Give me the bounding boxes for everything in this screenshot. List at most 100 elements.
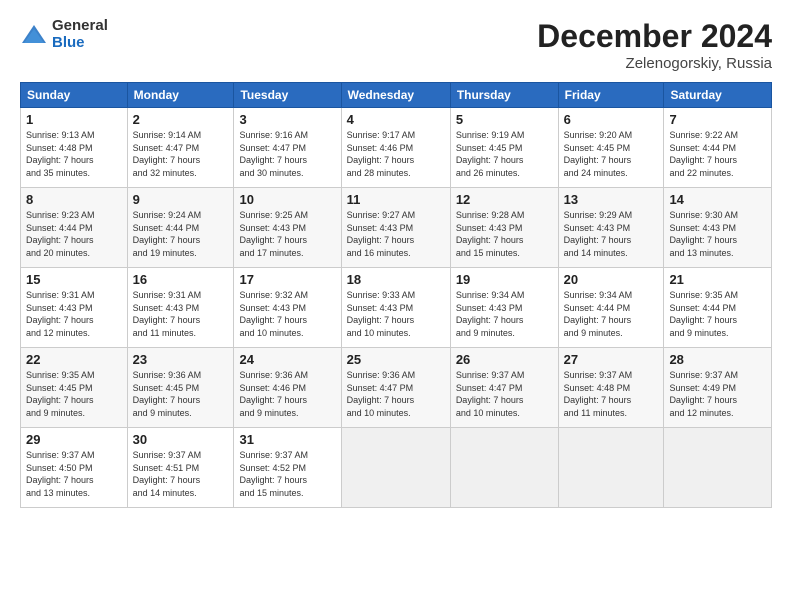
day-info: Sunrise: 9:33 AM Sunset: 4:43 PM Dayligh… [347, 289, 445, 339]
day-info: Sunrise: 9:27 AM Sunset: 4:43 PM Dayligh… [347, 209, 445, 259]
day-info: Sunrise: 9:37 AM Sunset: 4:48 PM Dayligh… [564, 369, 659, 419]
calendar-day-cell: 9 Sunrise: 9:24 AM Sunset: 4:44 PM Daylig… [127, 188, 234, 268]
day-info: Sunrise: 9:17 AM Sunset: 4:46 PM Dayligh… [347, 129, 445, 179]
calendar-week-row: 1 Sunrise: 9:13 AM Sunset: 4:48 PM Daylig… [21, 108, 772, 188]
day-info: Sunrise: 9:35 AM Sunset: 4:44 PM Dayligh… [669, 289, 766, 339]
calendar-day-cell: 3Sunrise: 9:16 AM Sunset: 4:47 PM Daylig… [234, 108, 341, 188]
weekday-header: Sunday [21, 83, 128, 108]
weekday-header: Wednesday [341, 83, 450, 108]
calendar-day-cell: 1 Sunrise: 9:13 AM Sunset: 4:48 PM Daylig… [21, 108, 128, 188]
day-number: 10 [239, 192, 335, 207]
calendar-day-cell [664, 428, 772, 508]
day-info: Sunrise: 9:30 AM Sunset: 4:43 PM Dayligh… [669, 209, 766, 259]
calendar-day-cell: 29 Sunrise: 9:37 AM Sunset: 4:50 PM Dayli… [21, 428, 128, 508]
calendar-day-cell [558, 428, 664, 508]
calendar-day-cell: 20Sunrise: 9:34 AM Sunset: 4:44 PM Dayli… [558, 268, 664, 348]
day-info: Sunrise: 9:24 AM Sunset: 4:44 PM Dayligh… [133, 209, 229, 259]
day-number: 4 [347, 112, 445, 127]
day-number: 19 [456, 272, 553, 287]
weekday-header: Tuesday [234, 83, 341, 108]
logo-icon [20, 21, 48, 49]
title-block: December 2024 Zelenogorskiy, Russia [537, 18, 772, 72]
day-info: Sunrise: 9:31 AM Sunset: 4:43 PM Dayligh… [26, 289, 122, 339]
day-info: Sunrise: 9:31 AM Sunset: 4:43 PM Dayligh… [133, 289, 229, 339]
day-number: 27 [564, 352, 659, 367]
day-number: 1 [26, 112, 122, 127]
calendar-day-cell: 10Sunrise: 9:25 AM Sunset: 4:43 PM Dayli… [234, 188, 341, 268]
day-info: Sunrise: 9:37 AM Sunset: 4:51 PM Dayligh… [133, 449, 229, 499]
day-number: 29 [26, 432, 122, 447]
calendar-day-cell: 5Sunrise: 9:19 AM Sunset: 4:45 PM Daylig… [450, 108, 558, 188]
day-info: Sunrise: 9:37 AM Sunset: 4:49 PM Dayligh… [669, 369, 766, 419]
day-number: 8 [26, 192, 122, 207]
calendar-day-cell: 19Sunrise: 9:34 AM Sunset: 4:43 PM Dayli… [450, 268, 558, 348]
calendar-day-cell: 17Sunrise: 9:32 AM Sunset: 4:43 PM Dayli… [234, 268, 341, 348]
day-number: 6 [564, 112, 659, 127]
day-info: Sunrise: 9:32 AM Sunset: 4:43 PM Dayligh… [239, 289, 335, 339]
calendar-day-cell: 14Sunrise: 9:30 AM Sunset: 4:43 PM Dayli… [664, 188, 772, 268]
calendar-week-row: 15 Sunrise: 9:31 AM Sunset: 4:43 PM Dayli… [21, 268, 772, 348]
weekday-header: Friday [558, 83, 664, 108]
day-info: Sunrise: 9:14 AM Sunset: 4:47 PM Dayligh… [133, 129, 229, 179]
day-number: 13 [564, 192, 659, 207]
day-number: 22 [26, 352, 122, 367]
calendar-day-cell: 23 Sunrise: 9:36 AM Sunset: 4:45 PM Dayli… [127, 348, 234, 428]
day-number: 30 [133, 432, 229, 447]
calendar-day-cell: 8 Sunrise: 9:23 AM Sunset: 4:44 PM Daylig… [21, 188, 128, 268]
day-number: 23 [133, 352, 229, 367]
calendar-day-cell: 2 Sunrise: 9:14 AM Sunset: 4:47 PM Daylig… [127, 108, 234, 188]
day-info: Sunrise: 9:36 AM Sunset: 4:46 PM Dayligh… [239, 369, 335, 419]
day-number: 11 [347, 192, 445, 207]
calendar-day-cell: 13 Sunrise: 9:29 AM Sunset: 4:43 PM Dayli… [558, 188, 664, 268]
calendar-day-cell: 11 Sunrise: 9:27 AM Sunset: 4:43 PM Dayli… [341, 188, 450, 268]
day-info: Sunrise: 9:37 AM Sunset: 4:47 PM Dayligh… [456, 369, 553, 419]
day-number: 25 [347, 352, 445, 367]
day-number: 7 [669, 112, 766, 127]
month-title: December 2024 [537, 18, 772, 55]
day-info: Sunrise: 9:29 AM Sunset: 4:43 PM Dayligh… [564, 209, 659, 259]
calendar-day-cell: 4 Sunrise: 9:17 AM Sunset: 4:46 PM Daylig… [341, 108, 450, 188]
calendar-day-cell: 7Sunrise: 9:22 AM Sunset: 4:44 PM Daylig… [664, 108, 772, 188]
weekday-header: Thursday [450, 83, 558, 108]
page: General Blue December 2024 Zelenogorskiy… [0, 0, 792, 612]
day-number: 9 [133, 192, 229, 207]
day-info: Sunrise: 9:19 AM Sunset: 4:45 PM Dayligh… [456, 129, 553, 179]
day-info: Sunrise: 9:13 AM Sunset: 4:48 PM Dayligh… [26, 129, 122, 179]
calendar-day-cell: 24 Sunrise: 9:36 AM Sunset: 4:46 PM Dayli… [234, 348, 341, 428]
day-info: Sunrise: 9:36 AM Sunset: 4:45 PM Dayligh… [133, 369, 229, 419]
calendar-day-cell [341, 428, 450, 508]
calendar-day-cell [450, 428, 558, 508]
calendar-day-cell: 18 Sunrise: 9:33 AM Sunset: 4:43 PM Dayli… [341, 268, 450, 348]
day-number: 16 [133, 272, 229, 287]
day-number: 24 [239, 352, 335, 367]
day-info: Sunrise: 9:37 AM Sunset: 4:50 PM Dayligh… [26, 449, 122, 499]
calendar-day-cell: 31Sunrise: 9:37 AM Sunset: 4:52 PM Dayli… [234, 428, 341, 508]
weekday-header: Saturday [664, 83, 772, 108]
day-number: 15 [26, 272, 122, 287]
calendar-day-cell: 25 Sunrise: 9:36 AM Sunset: 4:47 PM Dayli… [341, 348, 450, 428]
day-number: 21 [669, 272, 766, 287]
calendar-day-cell: 26Sunrise: 9:37 AM Sunset: 4:47 PM Dayli… [450, 348, 558, 428]
day-number: 2 [133, 112, 229, 127]
calendar-week-row: 22 Sunrise: 9:35 AM Sunset: 4:45 PM Dayli… [21, 348, 772, 428]
calendar-day-cell: 28Sunrise: 9:37 AM Sunset: 4:49 PM Dayli… [664, 348, 772, 428]
logo-blue: Blue [52, 35, 108, 52]
day-number: 20 [564, 272, 659, 287]
day-info: Sunrise: 9:23 AM Sunset: 4:44 PM Dayligh… [26, 209, 122, 259]
day-number: 18 [347, 272, 445, 287]
logo-general: General [52, 18, 108, 35]
day-info: Sunrise: 9:36 AM Sunset: 4:47 PM Dayligh… [347, 369, 445, 419]
logo-text: General Blue [52, 18, 108, 51]
day-number: 12 [456, 192, 553, 207]
calendar-day-cell: 30 Sunrise: 9:37 AM Sunset: 4:51 PM Dayli… [127, 428, 234, 508]
day-info: Sunrise: 9:28 AM Sunset: 4:43 PM Dayligh… [456, 209, 553, 259]
location: Zelenogorskiy, Russia [537, 55, 772, 72]
day-info: Sunrise: 9:37 AM Sunset: 4:52 PM Dayligh… [239, 449, 335, 499]
logo: General Blue [20, 18, 108, 51]
calendar-week-row: 29 Sunrise: 9:37 AM Sunset: 4:50 PM Dayli… [21, 428, 772, 508]
calendar-day-cell: 12 Sunrise: 9:28 AM Sunset: 4:43 PM Dayli… [450, 188, 558, 268]
calendar-day-cell: 15 Sunrise: 9:31 AM Sunset: 4:43 PM Dayli… [21, 268, 128, 348]
day-info: Sunrise: 9:35 AM Sunset: 4:45 PM Dayligh… [26, 369, 122, 419]
calendar-week-row: 8 Sunrise: 9:23 AM Sunset: 4:44 PM Daylig… [21, 188, 772, 268]
day-info: Sunrise: 9:20 AM Sunset: 4:45 PM Dayligh… [564, 129, 659, 179]
